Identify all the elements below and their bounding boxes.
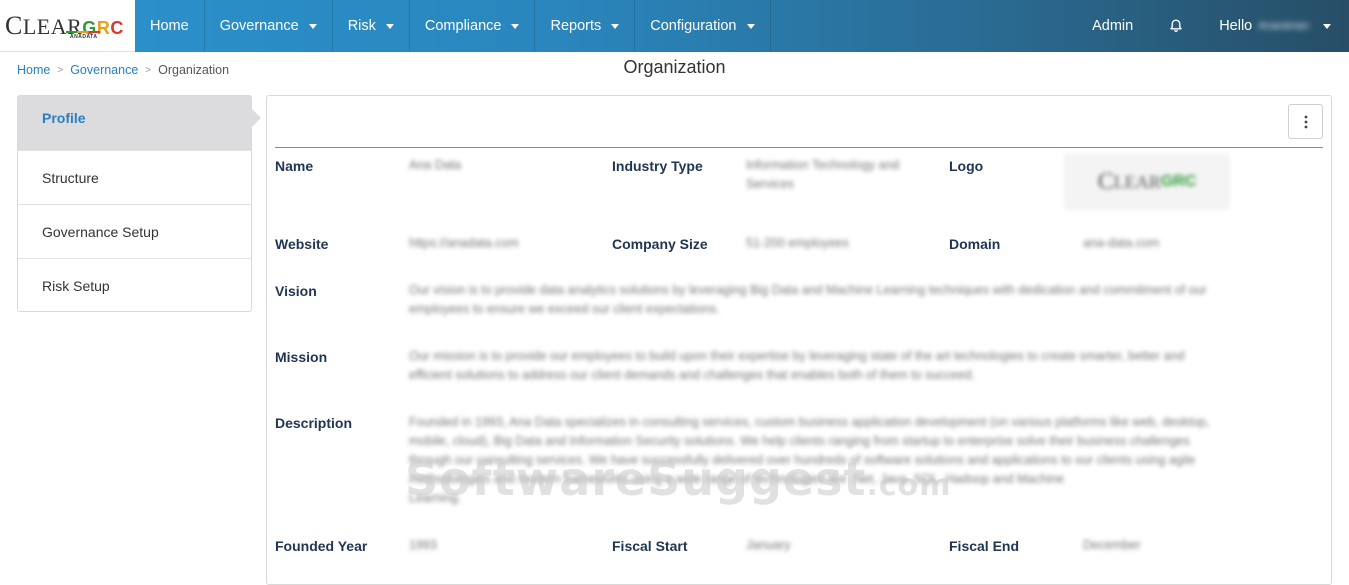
description-line: mobile, cloud), Big Data and Information…	[409, 434, 1190, 448]
chevron-down-icon	[1323, 23, 1331, 29]
chevron-down-icon	[511, 23, 520, 29]
logo-letter-r: R	[96, 18, 111, 38]
description-line: through our consulting services. We have…	[409, 453, 1196, 467]
nav-admin[interactable]: Admin	[1074, 0, 1151, 52]
website-label: Website	[275, 236, 329, 252]
breadcrumb-governance[interactable]: Governance	[70, 63, 138, 77]
logo-subtitle: ANADATA	[70, 34, 98, 40]
chevron-down-icon	[746, 23, 755, 29]
logo-label: Logo	[949, 158, 984, 174]
nav-governance-label: Governance	[219, 18, 299, 34]
mission-value: Our mission is to provide our employees …	[409, 347, 1319, 385]
divider	[275, 147, 1323, 148]
nav-governance[interactable]: Governance	[205, 0, 333, 52]
logo-letter-c2: C	[110, 18, 124, 38]
chevron-down-icon	[385, 23, 394, 29]
chevron-right-icon: >	[57, 64, 64, 76]
nav-compliance[interactable]: Compliance	[410, 0, 536, 52]
breadcrumb-home[interactable]: Home	[17, 63, 50, 77]
nav-home[interactable]: Home	[135, 0, 205, 52]
chevron-down-icon	[308, 23, 317, 29]
industry-type-line: Information Technology and	[746, 158, 900, 172]
founded-year-value: 1993	[409, 538, 437, 552]
hello-label: Hello	[1219, 18, 1253, 34]
description-line: Learning.	[409, 491, 462, 505]
notifications-button[interactable]	[1151, 0, 1201, 52]
logo-stripe	[66, 31, 100, 33]
description-line: Founded in 1993, Ana Data specializes in…	[409, 415, 1210, 429]
domain-label: Domain	[949, 236, 1001, 252]
nav-admin-label: Admin	[1092, 18, 1134, 34]
breadcrumb-current: Organization	[158, 63, 230, 77]
description-line: methodologies and modern frameworks usin…	[409, 472, 1065, 486]
vision-line: employees to ensure we exceed our client…	[409, 302, 720, 316]
nav-reports-label: Reports	[550, 18, 602, 34]
profile-card: Name Ana Data Industry Type Information …	[266, 95, 1332, 585]
bell-icon	[1170, 19, 1182, 32]
menu-item-governance-setup[interactable]: Governance Setup	[18, 205, 251, 259]
menu-item-structure[interactable]: Structure	[18, 151, 251, 205]
menu-item-label: Governance Setup	[42, 223, 159, 240]
fiscal-start-label: Fiscal Start	[612, 538, 688, 554]
description-label: Description	[275, 415, 353, 431]
industry-type-line: Services	[746, 177, 794, 191]
vision-value: Our vision is to provide data analytics …	[409, 281, 1319, 319]
organization-logo-image: C LEAR GRC	[1064, 154, 1230, 210]
company-size-label: Company Size	[612, 236, 708, 252]
domain-value: ana-data.com	[1083, 236, 1160, 250]
chevron-right-icon: >	[145, 64, 152, 76]
industry-type-value: Information Technology and Services	[746, 156, 936, 194]
main-nav: Home Governance Risk Compliance Reports …	[135, 0, 1349, 52]
nav-home-label: Home	[150, 18, 189, 34]
top-bar: CLEARGRC ANADATA Home Governance Risk Co…	[0, 0, 1349, 52]
website-value: https://anadata.com	[409, 236, 519, 250]
menu-item-label: Structure	[42, 169, 99, 186]
nav-risk[interactable]: Risk	[333, 0, 410, 52]
menu-item-profile[interactable]: Profile	[18, 96, 261, 151]
section-menu: Profile Structure Governance Setup Risk …	[17, 95, 261, 313]
logo-wordmark: CLEARGRC	[5, 11, 124, 41]
kebab-icon	[1304, 115, 1307, 128]
mission-line: Our mission is to provide our employees …	[409, 349, 1185, 363]
more-options-button[interactable]	[1288, 104, 1323, 139]
nav-configuration[interactable]: Configuration	[635, 0, 771, 52]
name-label: Name	[275, 158, 314, 174]
menu-item-label: Risk Setup	[42, 278, 110, 294]
mission-label: Mission	[275, 349, 328, 365]
industry-type-label: Industry Type	[612, 158, 703, 174]
name-value: Ana Data	[409, 158, 462, 172]
fiscal-end-value: December	[1083, 538, 1141, 552]
company-size-value: 51-200 employees	[746, 236, 849, 250]
nav-risk-label: Risk	[347, 18, 376, 34]
mission-line: efficient solutions to address our clien…	[409, 368, 976, 382]
description-value: Founded in 1993, Ana Data specializes in…	[409, 413, 1321, 508]
nav-configuration-label: Configuration	[650, 18, 737, 34]
vision-line: Our vision is to provide data analytics …	[409, 283, 1207, 297]
fiscal-start-value: January	[746, 538, 791, 552]
user-name: Anaraman	[1258, 20, 1309, 32]
logo-letter-c: C	[5, 11, 23, 40]
menu-item-risk-setup[interactable]: Risk Setup	[18, 259, 251, 313]
fiscal-end-label: Fiscal End	[949, 538, 1020, 554]
vision-label: Vision	[275, 283, 317, 299]
chevron-down-icon	[611, 23, 620, 29]
user-menu[interactable]: Hello Anaraman	[1201, 0, 1349, 52]
nav-reports[interactable]: Reports	[535, 0, 636, 52]
menu-item-label: Profile	[42, 110, 86, 126]
breadcrumb: Home > Governance > Organization	[17, 63, 229, 77]
founded-year-label: Founded Year	[275, 538, 368, 554]
app-logo[interactable]: CLEARGRC ANADATA	[0, 0, 135, 52]
nav-compliance-label: Compliance	[424, 18, 502, 34]
